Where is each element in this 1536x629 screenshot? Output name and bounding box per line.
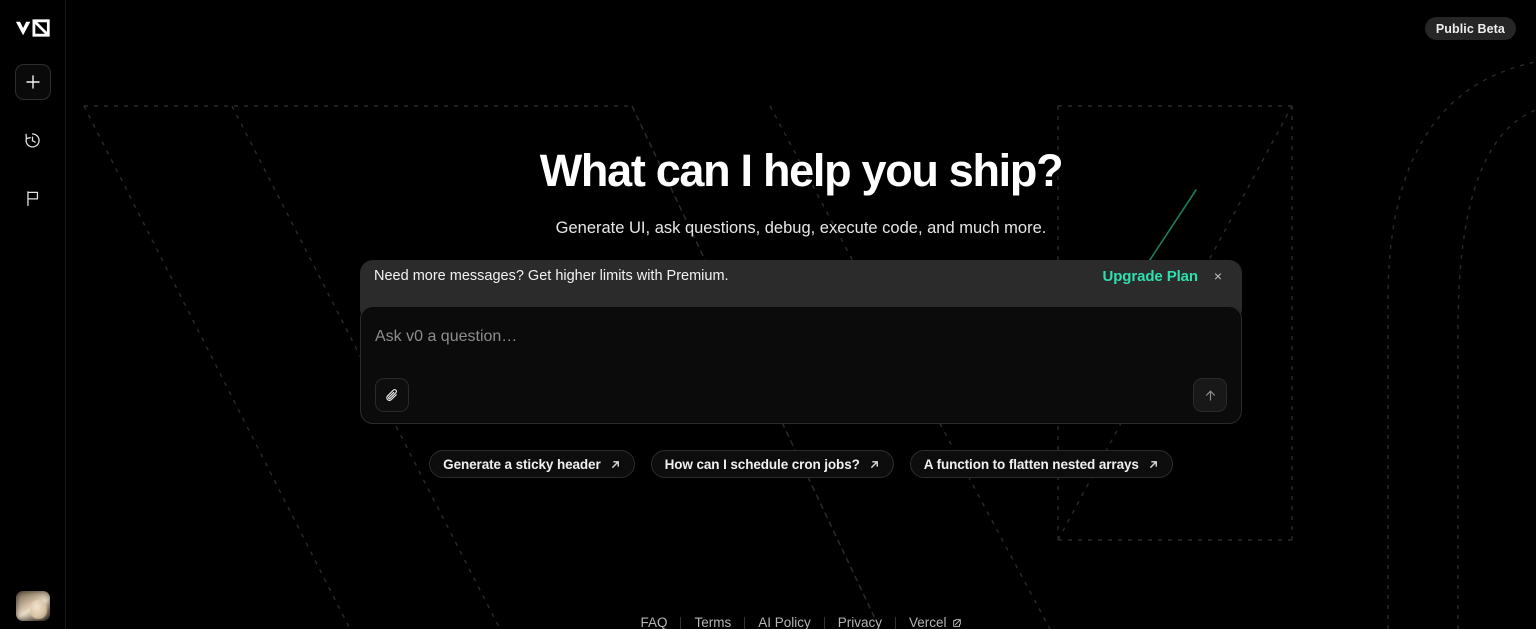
- upgrade-banner-message: Need more messages? Get higher limits wi…: [374, 268, 729, 284]
- composer-toolbar: [375, 378, 1227, 412]
- footer-link-faq[interactable]: FAQ: [627, 613, 680, 629]
- footer: FAQ Terms AI Policy Privacy Vercel: [66, 613, 1536, 629]
- status-badge-public-beta[interactable]: Public Beta: [1424, 17, 1516, 40]
- sidebar-item-history[interactable]: History: [15, 122, 51, 158]
- send-button[interactable]: [1193, 378, 1227, 412]
- composer-input-box: [360, 306, 1242, 424]
- search-input[interactable]: [375, 321, 1227, 351]
- footer-link-privacy[interactable]: Privacy: [825, 613, 895, 629]
- arrow-up-right-icon: [1148, 459, 1159, 470]
- plus-icon: [25, 75, 40, 89]
- flag-icon: [27, 190, 39, 206]
- suggestion-chip[interactable]: A function to flatten nested arrays: [909, 450, 1173, 478]
- page-title: What can I help you ship?: [539, 145, 1064, 196]
- suggestion-chip-label: A function to flatten nested arrays: [923, 456, 1139, 472]
- arrow-up-right-icon: [869, 459, 880, 470]
- sidebar: New Chat History Feedback: [0, 0, 66, 629]
- sidebar-item-feedback[interactable]: Feedback: [15, 180, 51, 216]
- arrow-up-right-icon: [610, 459, 621, 470]
- external-link-icon: [952, 618, 962, 628]
- upgrade-banner-actions: Upgrade Plan ×: [1103, 268, 1226, 285]
- footer-link-terms[interactable]: Terms: [681, 613, 744, 629]
- v0-home-page: New Chat History Feedback Public Beta Wh…: [0, 0, 1536, 629]
- suggestion-chip[interactable]: Generate a sticky header: [429, 450, 635, 478]
- close-icon[interactable]: ×: [1211, 269, 1225, 283]
- main-content: What can I help you ship? Generate UI, a…: [66, 0, 1536, 629]
- suggestion-chip-label: How can I schedule cron jobs?: [664, 456, 860, 472]
- paperclip-icon: [385, 388, 397, 401]
- suggestion-chip-label: Generate a sticky header: [443, 456, 601, 472]
- composer: Need more messages? Get higher limits wi…: [360, 260, 1242, 424]
- footer-link-vercel-label: Vercel: [909, 615, 947, 629]
- history-clock-icon: [25, 132, 40, 148]
- suggestion-chip[interactable]: How can I schedule cron jobs?: [650, 450, 894, 478]
- avatar[interactable]: [16, 591, 50, 621]
- upgrade-plan-link[interactable]: Upgrade Plan: [1103, 268, 1199, 285]
- sidebar-item-new-chat[interactable]: New Chat: [14, 64, 51, 100]
- page-subtitle: Generate UI, ask questions, debug, execu…: [555, 219, 1047, 237]
- arrow-up-icon: [1205, 390, 1215, 401]
- attach-file-button[interactable]: [375, 378, 409, 412]
- footer-link-ai-policy[interactable]: AI Policy: [745, 613, 824, 629]
- v0-logo-icon[interactable]: [13, 14, 53, 42]
- footer-link-vercel[interactable]: Vercel: [896, 613, 975, 629]
- suggestion-chips: Generate a sticky header How can I sched…: [429, 450, 1173, 478]
- v0-logo-glyph: [15, 19, 50, 37]
